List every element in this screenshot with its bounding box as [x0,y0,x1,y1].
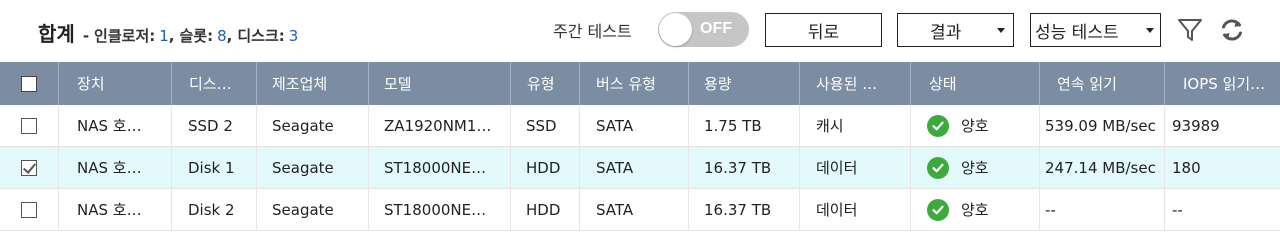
row-select-cell [0,189,58,230]
cell-seq-read: 247.14 MB/sec [1039,147,1164,188]
back-button[interactable]: 뒤로 [765,13,882,47]
col-header-seq-read[interactable]: 연속 읽기 [1039,62,1164,105]
cell-capacity: 16.37 TB [688,147,799,188]
result-dropdown[interactable]: 결과 [897,13,1014,47]
cell-disk: SSD 2 [171,105,256,146]
col-header-used-as[interactable]: 사용된 … [799,62,910,105]
select-all-checkbox[interactable] [21,75,37,92]
row-select-cell [0,105,58,146]
cell-disk: Disk 1 [171,147,256,188]
cell-device: NAS 호… [58,147,171,188]
slot-label: 슬롯: [179,27,214,45]
performance-test-dropdown[interactable]: 성능 테스트 [1030,13,1161,47]
cell-iops-read: 93989 [1164,105,1280,146]
cell-manufacturer: Seagate [256,147,368,188]
row-checkbox[interactable] [21,117,37,134]
chevron-down-icon [1146,28,1154,33]
cell-seq-read: 539.09 MB/sec [1039,105,1164,146]
refresh-icon[interactable] [1218,16,1246,44]
disk-table: 장치 디스… 제조업체 모델 유형 버스 유형 용량 사용된 … 상태 연속 읽… [0,62,1280,231]
cell-model: ZA1920NM1… [368,105,510,146]
cell-used-as: 데이터 [799,147,910,188]
cell-used-as: 데이터 [799,189,910,230]
row-checkbox[interactable] [21,159,37,176]
cell-status: 양호 [910,147,1039,188]
disk-label: 디스크: [237,27,285,45]
col-header-disk[interactable]: 디스… [171,62,256,105]
enclosure-label: 인클로저: [94,27,156,45]
cell-type: HDD [510,147,579,188]
col-header-type[interactable]: 유형 [510,62,579,105]
check-circle-icon [927,156,949,179]
cell-device: NAS 호… [58,189,171,230]
cell-disk: Disk 2 [171,189,256,230]
table-row[interactable]: NAS 호… SSD 2 Seagate ZA1920NM1… SSD SATA… [0,105,1280,147]
col-header-manufacturer[interactable]: 제조업체 [256,62,368,105]
cell-type: SSD [510,105,579,146]
weekly-test-toggle[interactable]: OFF [658,12,749,47]
cell-model: ST18000NE… [368,147,510,188]
cell-seq-read: -- [1039,189,1164,230]
result-dropdown-label: 결과 [930,22,962,43]
check-circle-icon [927,114,949,137]
cell-capacity: 1.75 TB [688,105,799,146]
summary-title: 합계 [38,22,75,46]
filter-icon[interactable] [1176,16,1204,44]
toolbar: 합계 - 인클로저: 1 , 슬롯: 8 , 디스크: 3 주간 테스트 OFF… [0,0,1280,62]
col-header-capacity[interactable]: 용량 [688,62,799,105]
cell-bus-type: SATA [579,105,688,146]
toggle-state-text: OFF [700,20,732,37]
cell-device: NAS 호… [58,105,171,146]
col-header-model[interactable]: 모델 [368,62,510,105]
slot-count: 8 [217,27,227,45]
cell-model: ST18000NE… [368,189,510,230]
col-header-iops-read[interactable]: IOPS 읽기… [1164,62,1280,105]
toggle-knob [659,13,692,46]
col-header-status[interactable]: 상태 [910,62,1039,105]
cell-capacity: 16.37 TB [688,189,799,230]
cell-manufacturer: Seagate [256,105,368,146]
disk-count: 3 [288,27,299,45]
cell-used-as: 캐시 [799,105,910,146]
table-header: 장치 디스… 제조업체 모델 유형 버스 유형 용량 사용된 … 상태 연속 읽… [0,62,1280,105]
col-header-bus-type[interactable]: 버스 유형 [579,62,688,105]
performance-test-label: 성능 테스트 [1035,22,1119,43]
table-row[interactable]: NAS 호… Disk 1 Seagate ST18000NE… HDD SAT… [0,147,1280,189]
row-checkbox[interactable] [21,201,37,218]
summary-comma-1: , [168,27,175,45]
cell-type: HDD [510,189,579,230]
cell-iops-read: 180 [1164,147,1280,188]
row-select-cell [0,147,58,188]
status-text: 양호 [961,117,989,135]
status-text: 양호 [961,159,989,177]
col-header-device[interactable]: 장치 [58,62,171,105]
weekly-test-label: 주간 테스트 [553,22,632,41]
cell-manufacturer: Seagate [256,189,368,230]
cell-bus-type: SATA [579,189,688,230]
status-text: 양호 [961,201,989,219]
cell-status: 양호 [910,105,1039,146]
chevron-down-icon [997,28,1005,33]
cell-iops-read: -- [1164,189,1280,230]
disk-summary: 합계 - 인클로저: 1 , 슬롯: 8 , 디스크: 3 [38,18,298,46]
summary-dash: - [82,27,90,45]
select-all-cell [0,62,58,105]
summary-comma-2: , [226,27,233,45]
check-circle-icon [927,198,949,221]
cell-bus-type: SATA [579,147,688,188]
cell-status: 양호 [910,189,1039,230]
enclosure-count: 1 [159,27,169,45]
table-row[interactable]: NAS 호… Disk 2 Seagate ST18000NE… HDD SAT… [0,189,1280,231]
